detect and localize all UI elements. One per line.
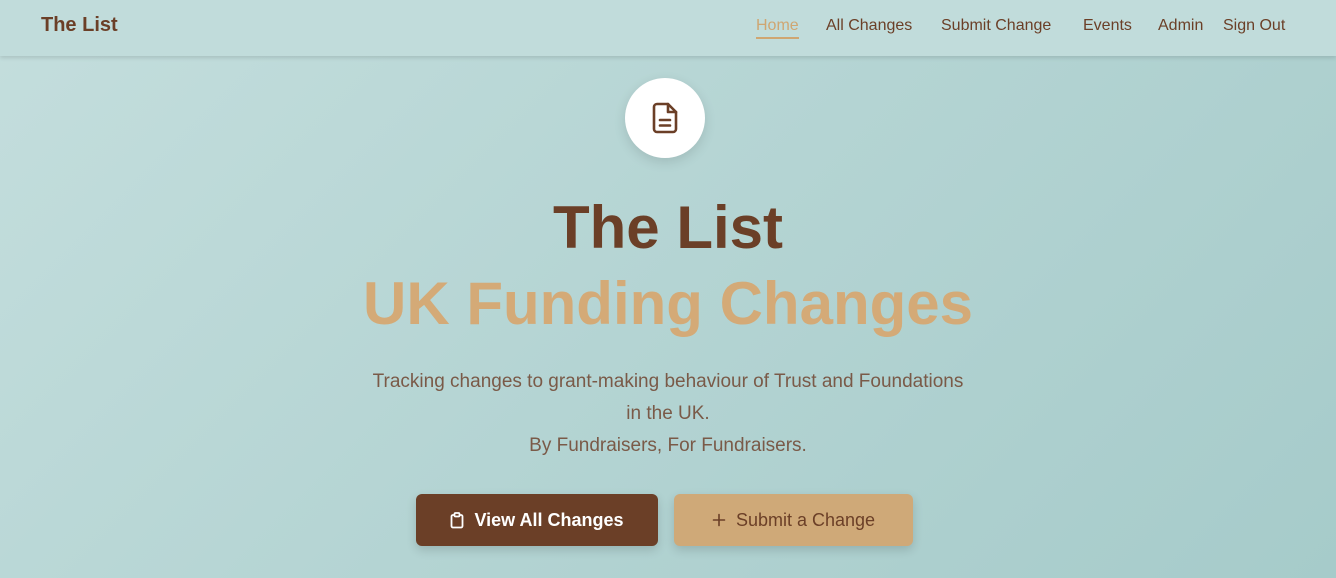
plus-icon [712,513,726,527]
nav-submit-change[interactable]: Submit Change [941,16,1051,36]
description-line-3: By Fundraisers, For Fundraisers. [529,435,807,456]
nav-events[interactable]: Events [1083,16,1132,36]
nav-home[interactable]: Home [756,16,799,39]
hero-subtitle: UK Funding Changes [363,270,973,337]
description-line-2: in the UK. [626,403,710,424]
hero-description: Tracking changes to grant-making behavio… [318,366,1018,462]
view-all-changes-button[interactable]: View All Changes [416,494,658,546]
clipboard-icon [450,511,464,529]
nav-sign-out[interactable]: Sign Out [1223,16,1285,36]
submit-change-label: Submit a Change [735,509,876,530]
view-all-changes-label: View All Changes [474,509,624,530]
hero-icon-circle [625,78,705,158]
document-icon [652,102,678,134]
description-line-1: Tracking changes to grant-making behavio… [372,371,964,392]
nav-all-changes[interactable]: All Changes [826,16,912,36]
hero-title: The List [552,194,783,261]
nav-links: Home All Changes Submit Change Events Ad… [0,16,1336,40]
nav-admin[interactable]: Admin [1158,16,1203,36]
submit-change-button[interactable]: Submit a Change [674,494,913,546]
top-navbar: The List Home All Changes Submit Change … [0,0,1336,56]
